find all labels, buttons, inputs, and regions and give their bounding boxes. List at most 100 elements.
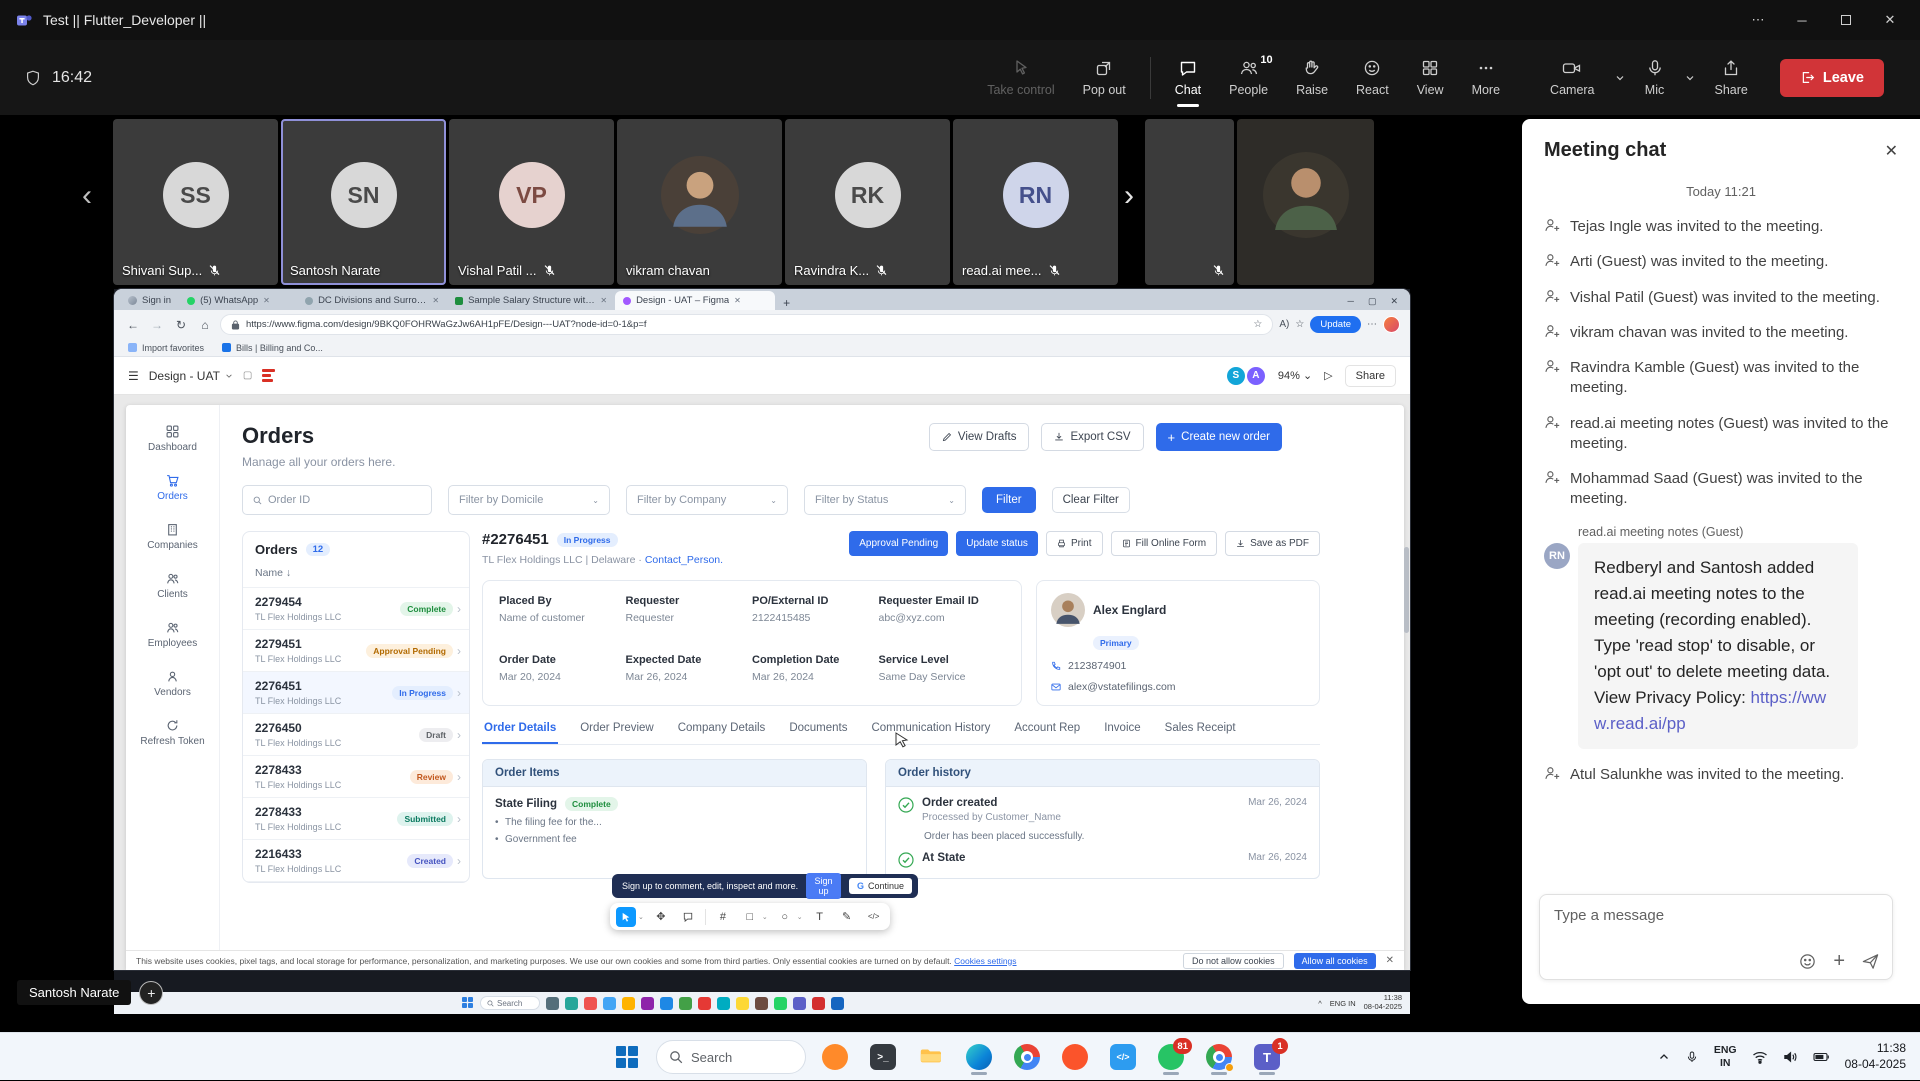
firefox-icon[interactable] <box>816 1038 854 1076</box>
app-icon[interactable] <box>831 997 844 1010</box>
connector-tool[interactable]: ○ <box>775 907 795 927</box>
battery-icon[interactable] <box>1813 1051 1830 1063</box>
component-tool[interactable]: ✎ <box>837 907 857 927</box>
order-list-item[interactable]: 2276450TL Flex Holdings LLC Draft › <box>243 714 469 756</box>
present-icon[interactable]: ▷ <box>1324 369 1332 382</box>
figma-file-title[interactable]: Design - UAT <box>149 369 233 383</box>
app-icon[interactable] <box>679 997 692 1010</box>
move-tool[interactable] <box>616 907 636 927</box>
camera-button[interactable]: Camera <box>1538 49 1606 107</box>
collaborator-avatar[interactable]: S <box>1226 366 1246 386</box>
hand-tool[interactable]: ✥ <box>651 907 671 927</box>
read-aloud-icon[interactable]: A) <box>1279 319 1289 330</box>
approval-pending-button[interactable]: Approval Pending <box>849 531 948 556</box>
pinned-profile-tab[interactable]: Sign in <box>120 291 179 310</box>
new-tab-button[interactable]: + <box>775 296 798 310</box>
layers-icon[interactable]: ▢ <box>243 370 252 381</box>
order-list-item[interactable]: 2216433TL Flex Holdings LLC Created › <box>243 840 469 882</box>
filter-status-select[interactable]: Filter by Status⌄ <box>804 485 966 515</box>
mic-button[interactable]: Mic <box>1633 49 1677 107</box>
frame-tool[interactable]: # <box>713 907 733 927</box>
chat-button[interactable]: Chat <box>1163 49 1213 107</box>
refresh-button[interactable]: ↻ <box>172 318 190 332</box>
app-icon[interactable] <box>603 997 616 1010</box>
favorite-star-icon[interactable]: ☆ <box>1253 319 1262 330</box>
send-icon[interactable] <box>1861 952 1880 971</box>
scroll-participants-right-button[interactable]: › <box>1124 179 1134 213</box>
shared-start-button[interactable] <box>462 997 474 1009</box>
browser-profile-avatar[interactable] <box>1383 316 1400 333</box>
participant-tile-vikram[interactable]: vikram chavan <box>617 119 782 285</box>
close-tab-icon[interactable]: ✕ <box>600 296 607 305</box>
figma-menu-icon[interactable]: ☰ <box>128 369 139 383</box>
zoom-select[interactable]: 94% ⌄ <box>1278 369 1312 382</box>
contact-phone[interactable]: 2123874901 <box>1051 660 1305 672</box>
participant-tile-ravindra[interactable]: RK Ravindra K... <box>785 119 950 285</box>
order-list-item-selected[interactable]: 2276451TL Flex Holdings LLC In Progress … <box>243 672 469 714</box>
titlebar-more-button[interactable]: ⋯ <box>1736 0 1780 40</box>
home-button[interactable]: ⌂ <box>196 318 214 332</box>
browser-close-button[interactable]: ✕ <box>1390 296 1398 307</box>
tab-order-preview[interactable]: Order Preview <box>578 722 656 744</box>
tab-sales-receipt[interactable]: Sales Receipt <box>1163 722 1238 744</box>
participant-tile-shivani[interactable]: SS Shivani Sup... <box>113 119 278 285</box>
shared-language-indicator[interactable]: ENG IN <box>1330 999 1356 1008</box>
raise-hand-button[interactable]: Raise <box>1284 49 1340 107</box>
sidebar-item-companies[interactable]: Companies <box>147 523 198 551</box>
shape-tool[interactable]: □ <box>740 907 760 927</box>
app-icon[interactable] <box>717 997 730 1010</box>
fill-online-form-button[interactable]: Fill Online Form <box>1111 531 1218 556</box>
app-icon[interactable] <box>565 997 578 1010</box>
vscode-icon[interactable]: </> <box>1104 1038 1142 1076</box>
app-icon[interactable] <box>660 997 673 1010</box>
tab-salary-sheet[interactable]: Sample Salary Structure with calc ✕ <box>447 291 615 310</box>
tab-figma-active[interactable]: Design - UAT – Figma ✕ <box>615 291 775 310</box>
contact-person-link[interactable]: Contact_Person. <box>645 554 723 566</box>
figma-share-button[interactable]: Share <box>1345 365 1396 387</box>
allow-cookies-button[interactable]: Allow all cookies <box>1294 953 1376 969</box>
collaborator-avatar[interactable]: A <box>1246 366 1266 386</box>
tab-account-rep[interactable]: Account Rep <box>1012 722 1082 744</box>
chat-message-input[interactable]: Type a message + <box>1539 894 1893 980</box>
filter-button[interactable]: Filter <box>982 487 1036 513</box>
tray-chevron-icon[interactable] <box>1658 1051 1670 1063</box>
sidebar-item-employees[interactable]: Employees <box>148 621 197 649</box>
contact-email[interactable]: alex@vstatefilings.com <box>1051 681 1305 693</box>
clear-filter-button[interactable]: Clear Filter <box>1052 487 1130 513</box>
camera-options-chevron[interactable] <box>1613 69 1627 87</box>
participant-tile-photo[interactable] <box>1237 119 1374 285</box>
brave-icon[interactable] <box>1056 1038 1094 1076</box>
shared-tray-chevron[interactable]: ^ <box>1318 999 1322 1008</box>
shared-clock[interactable]: 11:38 08-04-2025 <box>1364 994 1402 1011</box>
share-button[interactable]: Share <box>1703 49 1760 107</box>
sidebar-item-clients[interactable]: Clients <box>157 572 188 600</box>
file-explorer-icon[interactable] <box>912 1038 950 1076</box>
mic-options-chevron[interactable] <box>1683 69 1697 87</box>
save-as-pdf-button[interactable]: Save as PDF <box>1225 531 1320 556</box>
order-list-item[interactable]: 2278433TL Flex Holdings LLC Submitted › <box>243 798 469 840</box>
participant-tile-partial[interactable] <box>1145 119 1234 285</box>
order-list-item[interactable]: 2279454TL Flex Holdings LLC Complete › <box>243 588 469 630</box>
filter-domicile-select[interactable]: Filter by Domicile⌄ <box>448 485 610 515</box>
whatsapp-icon[interactable]: 81 <box>1152 1038 1190 1076</box>
scroll-participants-left-button[interactable]: ‹ <box>82 179 92 213</box>
chrome-profile-icon[interactable] <box>1200 1038 1238 1076</box>
close-cookie-banner-icon[interactable]: ✕ <box>1386 955 1394 966</box>
tab-invoice[interactable]: Invoice <box>1102 722 1142 744</box>
close-chat-icon[interactable]: ✕ <box>1885 141 1898 161</box>
shared-search-box[interactable]: Search <box>480 996 540 1010</box>
list-column-header[interactable]: Name ↓ <box>243 563 469 588</box>
app-icon[interactable] <box>622 997 635 1010</box>
app-icon[interactable] <box>774 997 787 1010</box>
sidebar-item-dashboard[interactable]: Dashboard <box>148 425 197 453</box>
close-tab-icon[interactable]: ✕ <box>734 296 741 305</box>
emoji-icon[interactable] <box>1798 952 1817 971</box>
pop-out-button[interactable]: Pop out <box>1071 49 1138 107</box>
leave-button[interactable]: Leave <box>1780 59 1884 97</box>
order-id-search-input[interactable]: Order ID <box>242 485 432 515</box>
browser-menu-icon[interactable]: ⋯ <box>1367 319 1377 330</box>
create-new-order-button[interactable]: +Create new order <box>1156 423 1282 451</box>
app-icon[interactable] <box>812 997 825 1010</box>
app-icon[interactable] <box>641 997 654 1010</box>
browser-update-button[interactable]: Update <box>1310 316 1361 333</box>
